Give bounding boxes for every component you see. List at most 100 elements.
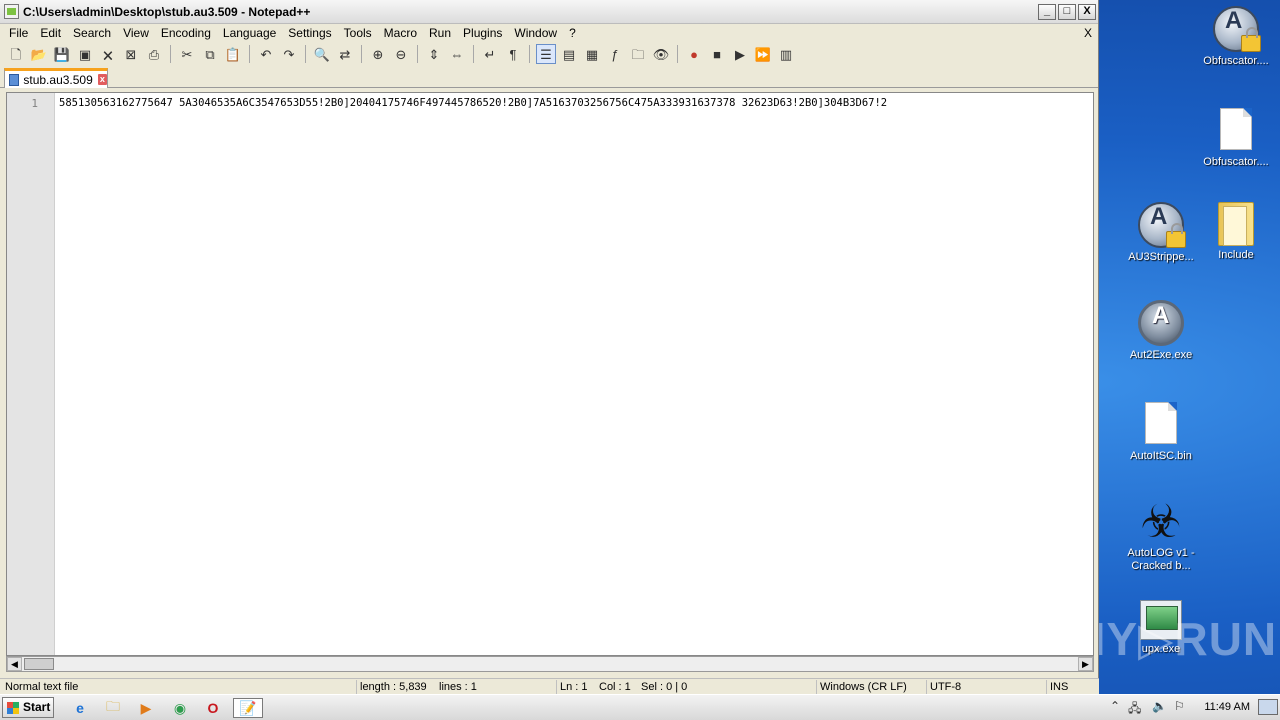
- new-file-icon[interactable]: 🗋: [6, 44, 26, 64]
- show-hidden-icons-icon[interactable]: ⌃: [1110, 699, 1120, 713]
- desktop-icon-au3stripper[interactable]: A AU3Strippe...: [1122, 202, 1200, 264]
- open-file-icon[interactable]: 📂: [29, 44, 49, 64]
- indent-guide-icon[interactable]: ☰: [536, 44, 556, 64]
- start-button[interactable]: Start: [2, 697, 54, 718]
- menu-plugins[interactable]: Plugins: [457, 26, 508, 40]
- status-file-type: Normal text file: [5, 681, 79, 693]
- copy-icon[interactable]: ⧉: [200, 44, 220, 64]
- maximize-button[interactable]: □: [1058, 3, 1076, 20]
- show-desktop-button[interactable]: [1258, 699, 1278, 715]
- desktop-icon-label: Obfuscator....: [1203, 55, 1269, 67]
- action-center-flag-icon[interactable]: ⚐: [1174, 699, 1185, 713]
- scroll-thumb[interactable]: [24, 658, 54, 670]
- undo-icon[interactable]: ↶: [256, 44, 276, 64]
- desktop-icon-include[interactable]: Include: [1197, 202, 1275, 262]
- status-sel: Sel : 0 | 0: [641, 681, 688, 693]
- desktop-icon-label: AutoLOG v1 - Cracked b...: [1127, 547, 1195, 572]
- zoom-in-icon[interactable]: ⊕: [368, 44, 388, 64]
- function-list-icon[interactable]: ƒ: [605, 44, 625, 64]
- close-document-button[interactable]: X: [1084, 26, 1092, 40]
- menu-help[interactable]: ?: [563, 26, 582, 40]
- desktop-icon-obfuscator-1[interactable]: A Obfuscator....: [1197, 6, 1275, 68]
- menu-window[interactable]: Window: [508, 26, 563, 40]
- show-all-chars-icon[interactable]: ¶: [503, 44, 523, 64]
- run-macro-multiple-icon[interactable]: ⏩: [753, 44, 773, 64]
- desktop-icon-label: Obfuscator....: [1203, 156, 1269, 168]
- desktop-icon-obfuscator-2[interactable]: Obfuscator....: [1197, 108, 1275, 169]
- toolbar: 🗋 📂 💾 ▣ 🗙 ⊠ ⎙ ✂ ⧉ 📋 ↶ ↷ 🔍 ⇄ ⊕ ⊖ ⇕ ⇔ ↵ ¶ …: [0, 42, 1098, 66]
- doc-map-icon[interactable]: ▦: [582, 44, 602, 64]
- media-player-icon[interactable]: ▶: [134, 698, 158, 718]
- print-icon[interactable]: ⎙: [144, 44, 164, 64]
- tab-stub-au3-509[interactable]: stub.au3.509 x: [4, 68, 108, 88]
- monitoring-icon[interactable]: 👁: [651, 44, 671, 64]
- line-number-gutter: 1: [7, 93, 55, 655]
- chrome-icon[interactable]: ◉: [168, 698, 192, 718]
- notepad-plus-plus-icon[interactable]: 📝: [233, 698, 263, 718]
- horizontal-scrollbar[interactable]: ◀ ▶: [6, 656, 1094, 672]
- scroll-left-icon[interactable]: ◀: [7, 657, 22, 671]
- tab-close-icon[interactable]: x: [97, 74, 107, 85]
- desktop-icon-autoitsc[interactable]: AutoItSC.bin: [1122, 402, 1200, 463]
- editor-line[interactable]: 585130563162775647 5A3046535A6C3547653D5…: [59, 97, 887, 109]
- desktop-icon-label: Aut2Exe.exe: [1129, 349, 1193, 361]
- taskbar: Start e 🗀 ▶ ◉ O 📝 ⌃ 🖧 🔈 ⚐ 11:49 AM: [0, 694, 1280, 720]
- find-icon[interactable]: 🔍: [312, 44, 332, 64]
- file-save-icon: [9, 73, 20, 86]
- desktop-icon-aut2exe[interactable]: A Aut2Exe.exe: [1122, 300, 1200, 362]
- window-title: C:\Users\admin\Desktop\stub.au3.509 - No…: [23, 4, 311, 19]
- network-icon[interactable]: 🖧: [1128, 699, 1141, 720]
- replace-icon[interactable]: ⇄: [335, 44, 355, 64]
- playback-icon[interactable]: ▶: [730, 44, 750, 64]
- paste-icon[interactable]: 📋: [223, 44, 243, 64]
- menu-encoding[interactable]: Encoding: [155, 26, 217, 40]
- document-icon: [1220, 108, 1252, 150]
- save-macro-icon[interactable]: ▥: [776, 44, 796, 64]
- menu-settings[interactable]: Settings: [282, 26, 337, 40]
- minimize-button[interactable]: _: [1038, 3, 1056, 20]
- scroll-right-icon[interactable]: ▶: [1078, 657, 1093, 671]
- status-encoding: UTF-8: [926, 680, 961, 694]
- record-macro-icon[interactable]: ●: [684, 44, 704, 64]
- toolbar-separator: [677, 45, 678, 63]
- notepad-plus-plus-window: C:\Users\admin\Desktop\stub.au3.509 - No…: [0, 0, 1099, 694]
- word-wrap-icon[interactable]: ↵: [480, 44, 500, 64]
- volume-icon[interactable]: 🔈: [1152, 699, 1167, 713]
- status-bar: Normal text file length : 5,839 lines : …: [0, 678, 1099, 694]
- close-icon[interactable]: 🗙: [98, 44, 118, 64]
- opera-icon[interactable]: O: [201, 698, 225, 718]
- menu-edit[interactable]: Edit: [34, 26, 67, 40]
- clock[interactable]: 11:49 AM: [1204, 701, 1250, 713]
- cut-icon[interactable]: ✂: [177, 44, 197, 64]
- aut2exe-icon: A: [1138, 300, 1184, 346]
- zoom-out-icon[interactable]: ⊖: [391, 44, 411, 64]
- text-editor[interactable]: 1 585130563162775647 5A3046535A6C3547653…: [6, 92, 1094, 656]
- notepad-plus-plus-icon: [4, 4, 19, 19]
- user-defined-language-icon[interactable]: ▤: [559, 44, 579, 64]
- redo-icon[interactable]: ↷: [279, 44, 299, 64]
- title-bar[interactable]: C:\Users\admin\Desktop\stub.au3.509 - No…: [0, 0, 1098, 24]
- explorer-icon[interactable]: 🗀: [101, 698, 125, 718]
- folder-as-workspace-icon[interactable]: 🗀: [628, 44, 648, 64]
- close-button[interactable]: X: [1078, 3, 1096, 20]
- menu-view[interactable]: View: [117, 26, 155, 40]
- menu-search[interactable]: Search: [67, 26, 117, 40]
- menu-file[interactable]: File: [3, 26, 34, 40]
- status-lines: lines : 1: [439, 681, 477, 693]
- sync-horizontal-icon[interactable]: ⇔: [447, 44, 467, 64]
- stop-recording-icon[interactable]: ■: [707, 44, 727, 64]
- tab-bar: stub.au3.509 x: [0, 66, 1098, 88]
- ie-icon[interactable]: e: [68, 698, 92, 718]
- save-icon[interactable]: 💾: [52, 44, 72, 64]
- toolbar-separator: [529, 45, 530, 63]
- save-all-icon[interactable]: ▣: [75, 44, 95, 64]
- folder-icon: [1218, 202, 1254, 246]
- menu-run[interactable]: Run: [423, 26, 457, 40]
- close-all-icon[interactable]: ⊠: [121, 44, 141, 64]
- menu-tools[interactable]: Tools: [338, 26, 378, 40]
- menu-macro[interactable]: Macro: [378, 26, 423, 40]
- document-icon: [1145, 402, 1177, 444]
- menu-language[interactable]: Language: [217, 26, 282, 40]
- sync-vertical-icon[interactable]: ⇕: [424, 44, 444, 64]
- desktop-icon-autolog[interactable]: ☣ AutoLOG v1 - Cracked b...: [1122, 498, 1200, 573]
